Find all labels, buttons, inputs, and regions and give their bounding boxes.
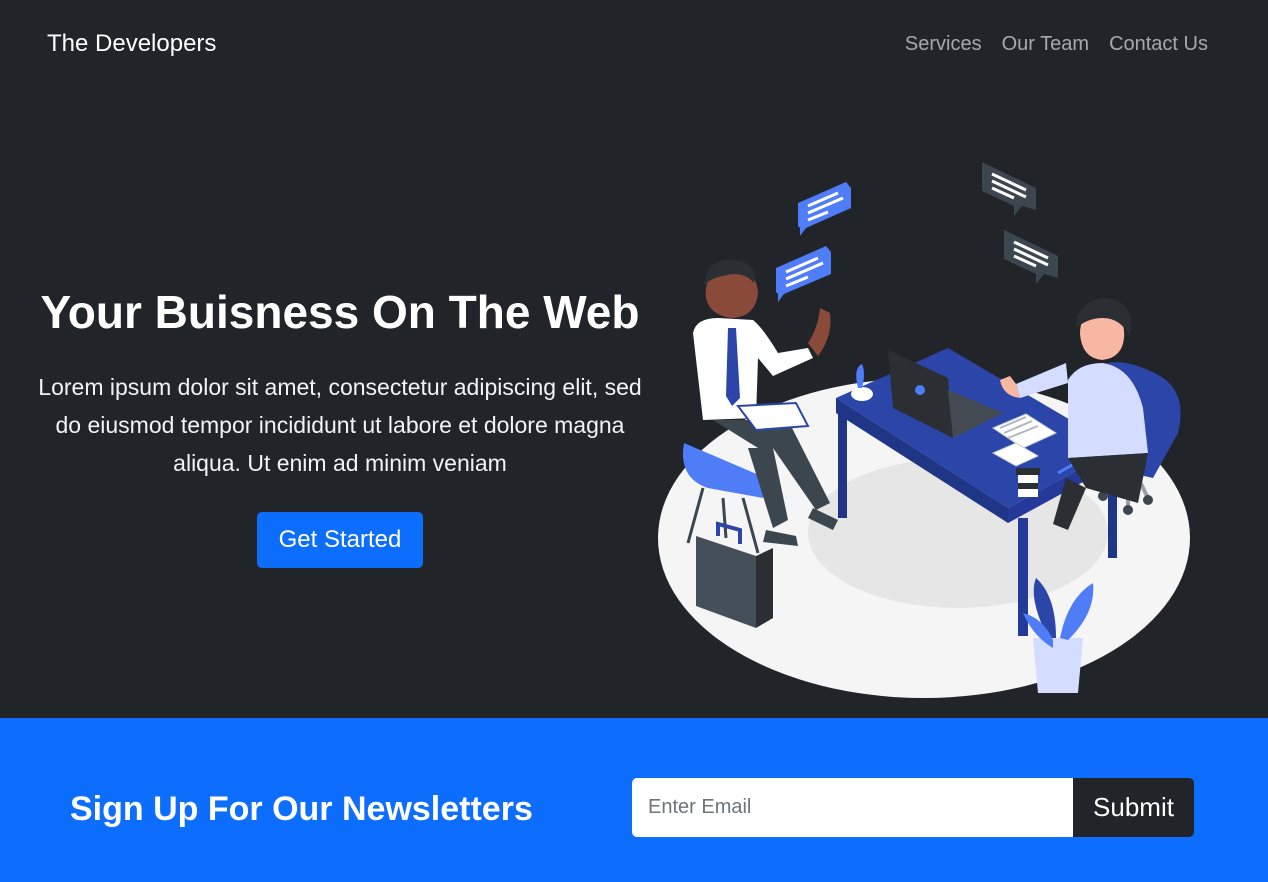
nav-link-contact-us[interactable]: Contact Us — [1109, 33, 1208, 56]
nav-link-our-team[interactable]: Our Team — [1002, 33, 1089, 56]
brand-logo-link[interactable]: The Developers — [47, 30, 216, 58]
chat-bubble-icon — [982, 162, 1036, 216]
hero-text: Your Buisness On The Web Lorem ipsum dol… — [30, 284, 650, 568]
chat-bubble-icon — [776, 246, 831, 302]
get-started-button[interactable]: Get Started — [256, 512, 424, 568]
newsletter-title: Sign Up For Our Newsletters — [70, 790, 533, 828]
nav-link-services[interactable]: Services — [905, 33, 982, 56]
hero-lead: Lorem ipsum dolor sit amet, consectetur … — [38, 374, 642, 476]
chat-bubble-icon — [798, 182, 851, 236]
newsletter-section: Sign Up For Our Newsletters Submit — [0, 718, 1268, 882]
coffee-cup-icon — [1016, 468, 1040, 497]
nav-links: Services Our Team Contact Us — [905, 33, 1208, 56]
navbar: The Developers Services Our Team Contact… — [0, 0, 1268, 88]
hero-title: Your Buisness On The Web — [40, 286, 640, 338]
business-meeting-illustration — [658, 162, 1190, 698]
submit-button[interactable]: Submit — [1073, 778, 1194, 837]
chat-bubble-icon — [1004, 230, 1058, 284]
hero-section: Your Buisness On The Web Lorem ipsum dol… — [0, 88, 1268, 718]
newsletter-form: Submit — [632, 778, 1194, 837]
email-field[interactable] — [632, 778, 1073, 837]
